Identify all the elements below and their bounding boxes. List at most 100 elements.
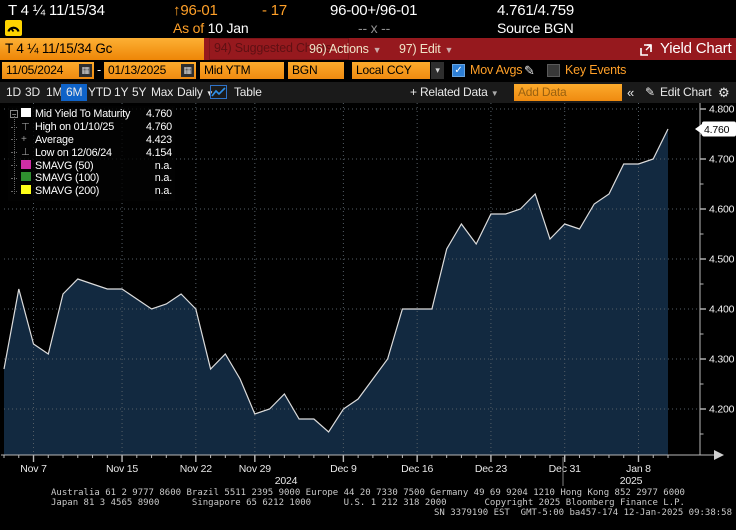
menu-actions[interactable]: 96) Actions▼ xyxy=(309,38,381,61)
x-axis-arrow-icon xyxy=(714,450,724,460)
legend-label: SMAVG (50) xyxy=(35,160,136,172)
pencil-icon[interactable]: ✎ xyxy=(524,60,535,81)
check-icon: ✓ xyxy=(454,65,462,76)
footer-session-info: SN 3379190 EST GMT-5:00 ba457-174 12-Jan… xyxy=(0,508,736,518)
legend-swatch-icon xyxy=(21,185,35,197)
field-selector[interactable]: Mid YTM xyxy=(200,62,284,79)
date-range-separator: - xyxy=(97,60,101,81)
legend-value: 4.760 xyxy=(136,108,172,120)
legend-value: 4.154 xyxy=(136,147,172,159)
legend-value: 4.423 xyxy=(136,134,172,146)
gauge-icon[interactable] xyxy=(5,20,22,36)
x-tick-label: Nov 22 xyxy=(180,463,212,475)
chevron-down-icon: ▼ xyxy=(373,45,382,55)
calendar-icon[interactable]: ▦ xyxy=(79,64,92,77)
collapse-panel-button[interactable]: « xyxy=(627,82,634,103)
export-icon[interactable] xyxy=(640,43,652,55)
x-tick-label: Dec 31 xyxy=(549,463,581,475)
legend-value: n.a. xyxy=(136,185,172,197)
legend-row[interactable]: SMAVG (50)n.a. xyxy=(10,159,172,172)
line-chart-icon[interactable] xyxy=(210,85,227,99)
menu-edit[interactable]: 97) Edit▼ xyxy=(399,38,453,61)
last-value-text: 4.760 xyxy=(704,124,730,136)
legend-row[interactable]: SMAVG (200)n.a. xyxy=(10,185,172,198)
legend-avg-marker-icon: + xyxy=(21,134,35,145)
gear-icon[interactable]: ⚙ xyxy=(718,82,729,103)
price-source: Source BGN xyxy=(497,20,574,36)
y-tick-label: 4.400 xyxy=(709,304,735,316)
x-tick-label: Dec 9 xyxy=(330,463,357,475)
related-data-dropdown[interactable]: + Related Data ▼ xyxy=(410,82,498,104)
last-value-pointer xyxy=(695,124,702,134)
legend-label: Mid Yield To Maturity xyxy=(35,108,136,120)
market-size: -- x -- xyxy=(358,20,390,36)
ticker-input[interactable]: T 4 ¼ 11/15/34 Gc xyxy=(0,38,204,60)
legend-label: SMAVG (200) xyxy=(35,185,136,197)
legend-low-marker-icon: ⊥ xyxy=(21,147,35,158)
key-events-checkbox[interactable] xyxy=(547,64,560,77)
as-of-line: As of 10 Jan xyxy=(173,20,248,36)
legend-label: High on 01/10/25 xyxy=(35,121,136,133)
y-tick-label: 4.800 xyxy=(709,104,735,116)
range-tab-ytd[interactable]: YTD xyxy=(88,82,111,103)
date-to-field[interactable]: 01/13/2025▦ xyxy=(104,62,196,79)
mov-avgs-checkbox[interactable]: ✓ xyxy=(452,64,465,77)
legend-label: SMAVG (100) xyxy=(35,172,136,184)
range-tab-5y[interactable]: 5Y xyxy=(132,82,146,103)
chevron-down-icon: ▼ xyxy=(491,89,499,98)
x-tick-label: Dec 16 xyxy=(401,463,433,475)
bloomberg-terminal-screen: { "header": { "security": "T 4 ¼ 11/15/3… xyxy=(0,0,736,530)
add-data-input[interactable]: Add Data xyxy=(514,84,622,101)
chevron-down-icon: ▼ xyxy=(444,45,453,55)
legend-swatch-icon xyxy=(21,108,35,120)
chart-range-tabbar: 1D3D 1M6MYTD1Y5YMax Daily ▼ Table + Relat… xyxy=(0,82,736,103)
x-tick-label: Dec 23 xyxy=(475,463,507,475)
key-events-label[interactable]: Key Events xyxy=(565,60,626,81)
range-tab-6m[interactable]: 6M xyxy=(61,84,87,101)
y-tick-label: 4.600 xyxy=(709,204,735,216)
table-button[interactable]: Table xyxy=(234,82,262,103)
footer-contact-line2: Japan 81 3 4565 8900 Singapore 65 6212 1… xyxy=(0,498,736,508)
year-label: 2024 xyxy=(275,475,298,487)
legend-swatch-icon xyxy=(21,172,35,184)
function-menubar: T 4 ¼ 11/15/34 Gc 94) Suggested Charts▼ … xyxy=(0,38,736,60)
legend-row[interactable]: −Mid Yield To Maturity4.760 xyxy=(10,108,172,121)
range-tab-3d[interactable]: 3D xyxy=(25,82,40,103)
bid-ask-price: 96-00+/96-01 xyxy=(330,2,417,19)
pencil-icon[interactable]: ✎ xyxy=(645,82,655,103)
last-price: ↑96-01 xyxy=(173,2,218,19)
bid-ask-yield: 4.761/4.759 xyxy=(497,2,574,19)
chart-settings-toolbar: 11/05/2024▦ - 01/13/2025▦ Mid YTM BGN Lo… xyxy=(0,60,736,82)
page-title: Yield Chart xyxy=(660,38,731,60)
range-tab-1y[interactable]: 1Y xyxy=(114,82,128,103)
footer-contact-line1: Australia 61 2 9777 8600 Brazil 5511 239… xyxy=(0,488,736,498)
x-tick-label: Nov 7 xyxy=(20,463,47,475)
legend-tree-line xyxy=(14,116,15,194)
legend-row[interactable]: SMAVG (100)n.a. xyxy=(10,172,172,185)
currency-selector[interactable]: Local CCY xyxy=(352,62,430,79)
gauge-glyph xyxy=(5,20,22,36)
y-tick-label: 4.500 xyxy=(709,254,735,266)
legend-label: Low on 12/06/24 xyxy=(35,147,136,159)
legend-value: 4.760 xyxy=(136,121,172,133)
x-tick-label: Nov 15 xyxy=(106,463,138,475)
date-from-field[interactable]: 11/05/2024▦ xyxy=(2,62,94,79)
period-dropdown[interactable]: Daily ▼ xyxy=(177,82,214,104)
legend-row[interactable]: ⊤High on 01/10/254.760 xyxy=(10,121,172,134)
edit-chart-button[interactable]: Edit Chart xyxy=(660,82,711,103)
range-tab-1d[interactable]: 1D xyxy=(6,82,21,103)
terminal-footer: Australia 61 2 9777 8600 Brazil 5511 239… xyxy=(0,488,736,530)
year-label: 2025 xyxy=(620,475,643,487)
legend-row[interactable]: ⊥Low on 12/06/244.154 xyxy=(10,146,172,159)
mov-avgs-label[interactable]: Mov Avgs xyxy=(470,60,522,81)
quote-header: T 4 ¼ 11/15/34 ↑96-01 - 17 96-00+/96-01 … xyxy=(0,0,736,38)
legend-high-marker-icon: ⊤ xyxy=(21,122,35,133)
currency-dropdown-icon[interactable]: ▾ xyxy=(431,62,444,79)
calendar-icon[interactable]: ▦ xyxy=(181,64,194,77)
range-tab-max[interactable]: Max xyxy=(151,82,173,103)
y-tick-label: 4.200 xyxy=(709,404,735,416)
range-tab-1m[interactable]: 1M xyxy=(46,82,62,103)
legend-row[interactable]: +Average4.423 xyxy=(10,134,172,147)
pricing-source-field[interactable]: BGN xyxy=(288,62,344,79)
chart-legend: −Mid Yield To Maturity4.760⊤High on 01/1… xyxy=(8,106,175,201)
